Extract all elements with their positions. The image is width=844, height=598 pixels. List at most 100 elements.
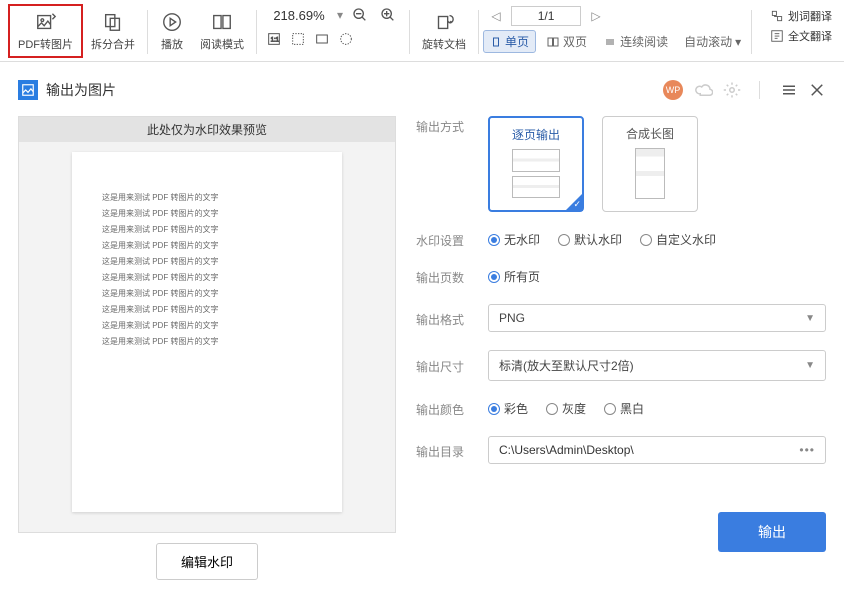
full-translate-icon [770,29,784,43]
play-button[interactable]: 播放 [152,4,192,58]
zoom-out-button[interactable] [349,4,371,26]
split-merge-button[interactable]: 拆分合并 [83,4,143,58]
fit-page-icon[interactable] [287,28,309,50]
edit-watermark-button[interactable]: 编辑水印 [156,543,258,580]
preview-line: 这是用来测试 PDF 转图片的文字 [102,288,312,299]
read-mode-button[interactable]: 阅读模式 [192,4,252,58]
double-page-label: 双页 [563,33,587,50]
preview-line: 这是用来测试 PDF 转图片的文字 [102,272,312,283]
word-translate-label: 划词翻译 [788,8,832,24]
rotate-doc-button[interactable]: 旋转文档 [414,4,474,58]
watermark-none-radio[interactable]: 无水印 [488,231,540,248]
single-page-view-button[interactable]: 单页 [483,30,536,53]
preview-line: 这是用来测试 PDF 转图片的文字 [102,192,312,203]
thumb-icon [512,149,560,172]
preview-line: 这是用来测试 PDF 转图片的文字 [102,208,312,219]
chevron-down-icon: ▼ [805,360,815,371]
pdf-to-image-button[interactable]: PDF转图片 [8,4,83,58]
preview-line: 这是用来测试 PDF 转图片的文字 [102,224,312,235]
export-image-icon [18,80,38,100]
fit-width-icon[interactable]: 1:1 [263,28,285,50]
thumb-icon [512,176,560,199]
preview-container: 此处仅为水印效果预览 这是用来测试 PDF 转图片的文字 这是用来测试 PDF … [18,116,396,533]
chevron-down-icon: ▼ [805,313,815,324]
play-label: 播放 [161,36,183,52]
user-badge[interactable]: WP [663,80,683,100]
preview-column: 此处仅为水印效果预览 这是用来测试 PDF 转图片的文字 这是用来测试 PDF … [18,116,396,580]
toolbar-separator [751,10,752,54]
translate-icon [770,9,784,23]
zoom-value[interactable]: 218.69% [267,8,331,23]
panel-title: 输出为图片 [46,80,655,100]
toolbar-separator [478,10,479,54]
watermark-label: 水印设置 [416,230,474,249]
output-mode-label: 输出方式 [416,116,474,135]
radio-label: 自定义水印 [656,231,716,248]
chevron-down-icon[interactable]: ▾ [337,8,343,22]
panel-body: 此处仅为水印效果预览 这是用来测试 PDF 转图片的文字 这是用来测试 PDF … [0,106,844,598]
toolbar-separator [147,10,148,54]
settings-column: 输出方式 逐页输出 合成长图 水印设置 无水印 默认水印 自定义水印 [416,116,826,580]
watermark-default-radio[interactable]: 默认水印 [558,231,622,248]
color-color-radio[interactable]: 彩色 [488,400,528,417]
double-page-view-button[interactable]: 双页 [540,31,593,52]
browse-button[interactable]: ••• [799,443,815,457]
radio-label: 黑白 [620,400,644,417]
output-mode-per-page[interactable]: 逐页输出 [488,116,584,212]
format-label: 输出格式 [416,309,474,328]
radio-label: 默认水印 [574,231,622,248]
toolbar-separator [256,10,257,54]
color-label: 输出颜色 [416,399,474,418]
size-select[interactable]: 标清(放大至默认尺寸2倍) ▼ [488,350,826,381]
thumb-long-icon [635,148,665,199]
full-translate-label: 全文翻译 [788,28,832,44]
rotate-doc-label: 旋转文档 [422,36,466,52]
zoom-in-button[interactable] [377,4,399,26]
color-bw-radio[interactable]: 黑白 [604,400,644,417]
next-page-button[interactable]: ▷ [587,7,605,25]
per-page-label: 逐页输出 [512,126,560,143]
export-button[interactable]: 输出 [718,512,826,552]
chevron-down-icon: ▾ [735,35,741,49]
menu-icon[interactable] [780,81,798,99]
preview-line: 这是用来测试 PDF 转图片的文字 [102,240,312,251]
fit-rect-icon[interactable] [311,28,333,50]
check-icon [565,193,583,211]
dir-value: C:\Users\Admin\Desktop\ [499,443,634,457]
selection-icon[interactable] [335,28,357,50]
preview-line: 这是用来测试 PDF 转图片的文字 [102,320,312,331]
radio-label: 灰度 [562,400,586,417]
radio-label: 所有页 [504,268,540,285]
long-image-label: 合成长图 [626,125,674,142]
pages-label: 输出页数 [416,267,474,286]
cloud-icon[interactable] [695,81,713,99]
split-merge-label: 拆分合并 [91,36,135,52]
pages-all-radio[interactable]: 所有页 [488,268,540,285]
rotate-icon [432,10,456,34]
auto-scroll-label: 自动滚动 [684,33,732,50]
radio-label: 彩色 [504,400,528,417]
gear-icon[interactable] [723,81,741,99]
format-select[interactable]: PNG ▼ [488,304,826,332]
color-gray-radio[interactable]: 灰度 [546,400,586,417]
full-translate-button[interactable]: 全文翻译 [770,28,832,44]
output-mode-long-image[interactable]: 合成长图 [602,116,698,212]
preview-header: 此处仅为水印效果预览 [19,117,395,142]
output-dir-field[interactable]: C:\Users\Admin\Desktop\ ••• [488,436,826,464]
svg-text:1:1: 1:1 [271,38,280,44]
split-merge-icon [101,10,125,34]
page-indicator[interactable]: 1/1 [511,6,581,26]
size-label: 输出尺寸 [416,356,474,375]
radio-label: 无水印 [504,231,540,248]
toolbar-separator [409,10,410,54]
word-translate-button[interactable]: 划词翻译 [770,8,832,24]
dir-label: 输出目录 [416,441,474,460]
read-mode-label: 阅读模式 [200,36,244,52]
continuous-view-button[interactable]: 连续阅读 [597,31,674,52]
auto-scroll-button[interactable]: 自动滚动 ▾ [678,31,747,52]
close-icon[interactable] [808,81,826,99]
watermark-custom-radio[interactable]: 自定义水印 [640,231,716,248]
prev-page-button[interactable]: ◁ [487,7,505,25]
book-icon [210,10,234,34]
preview-line: 这是用来测试 PDF 转图片的文字 [102,256,312,267]
